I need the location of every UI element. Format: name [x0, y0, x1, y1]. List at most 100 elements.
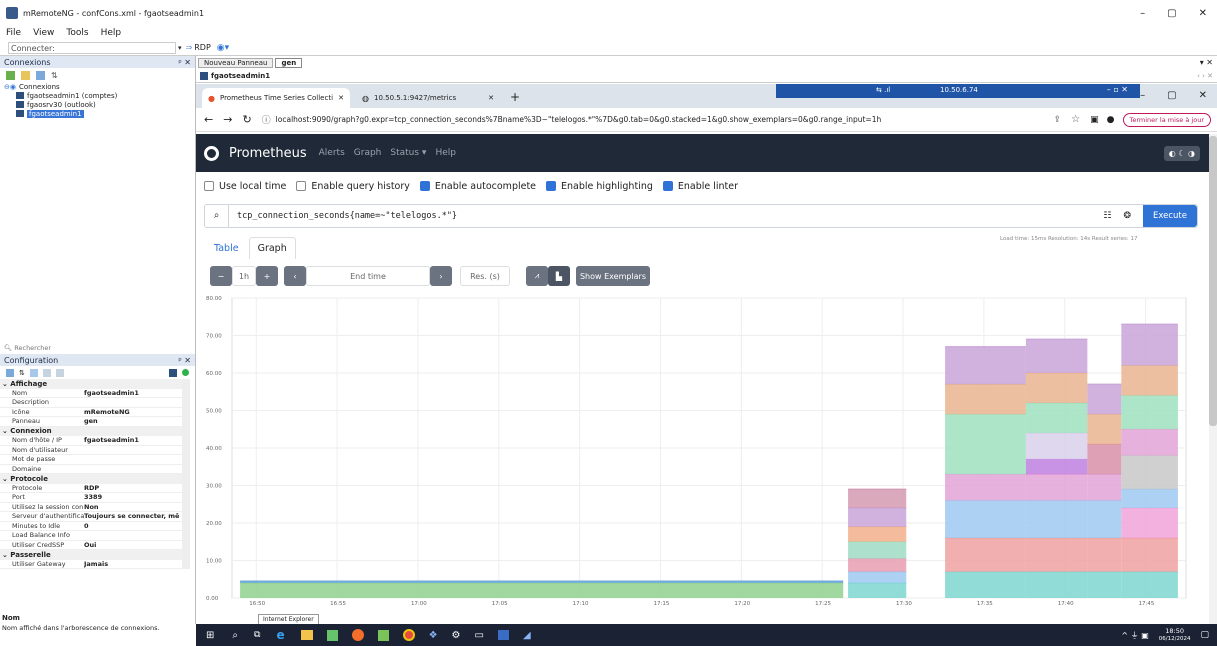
file-explorer-icon[interactable]	[300, 630, 313, 640]
site-info-icon[interactable]: ⓘ	[262, 113, 271, 126]
dropdown-arrow-icon[interactable]: ▾	[178, 44, 182, 52]
clock[interactable]: 18:50 06/12/2024	[1159, 627, 1191, 643]
browser-tab[interactable]: ◍ 10.50.5.1:9427/metrics ✕	[356, 88, 500, 108]
new-connection-icon[interactable]	[6, 70, 15, 80]
property-value[interactable]: RDP	[84, 484, 182, 492]
settings-icon[interactable]: ⚙	[452, 630, 461, 641]
property-value[interactable]: fgaotseadmin1	[84, 389, 182, 397]
stacked-icon[interactable]: ▙	[548, 266, 570, 286]
resolution-input[interactable]: Res. (s)	[460, 266, 510, 286]
tab-table[interactable]: Table	[204, 238, 249, 259]
property-row[interactable]: Description	[0, 398, 182, 408]
session-tab[interactable]: fgaotseadmin1	[211, 72, 270, 80]
windows-start-icon[interactable]: ⊞	[206, 630, 214, 641]
menu-file[interactable]: File	[6, 28, 21, 38]
property-value[interactable]: gen	[84, 417, 182, 425]
nav-help[interactable]: Help	[435, 148, 456, 158]
nav-graph[interactable]: Graph	[354, 148, 382, 158]
view-icon[interactable]	[36, 70, 45, 80]
theme-toggle[interactable]: ◐ ☾ ◑	[1163, 145, 1200, 161]
globe-icon[interactable]: ◉▾	[217, 43, 229, 53]
tree-item-connection[interactable]: fgaosrv30 (outlook)	[4, 100, 195, 109]
minimize-button[interactable]: –	[1140, 8, 1145, 19]
inheritance-icon[interactable]	[42, 368, 51, 377]
prometheus-brand[interactable]: Prometheus	[229, 146, 307, 161]
tab-nouveau-panneau[interactable]: Nouveau Panneau	[198, 58, 274, 68]
browser-tab-active[interactable]: ● Prometheus Time Series Collecti ✕	[202, 88, 350, 108]
search-box[interactable]: 🔍︎ Rechercher	[4, 343, 51, 353]
search-icon[interactable]: ⌕	[232, 630, 238, 641]
property-row[interactable]: Domaine	[0, 465, 182, 474]
rdp-protocol-icon[interactable]: ⇒	[186, 43, 193, 52]
tree-item-connection-selected[interactable]: fgaotseadmin1	[4, 109, 195, 118]
property-row[interactable]: Nom d'hôte / IP fgaotseadmin1	[0, 436, 182, 446]
app-icon[interactable]: ▭	[475, 630, 484, 641]
property-value[interactable]: Jamais	[84, 560, 182, 568]
unstacked-icon[interactable]: ⩘	[526, 266, 548, 286]
firefox-icon[interactable]	[351, 629, 364, 641]
notifications-icon[interactable]: ▢	[1200, 630, 1209, 640]
autocomplete-checkbox[interactable]	[419, 181, 430, 191]
property-row[interactable]: Mot de passe	[0, 455, 182, 465]
end-time-forward-button[interactable]: ›	[430, 266, 452, 286]
property-value[interactable]: 0	[84, 522, 182, 530]
property-scrollbar[interactable]	[182, 379, 190, 569]
tab-graph[interactable]: Graph	[248, 237, 296, 259]
tab-gen[interactable]: gen	[275, 58, 303, 68]
property-row[interactable]: Utilisez la session con Non	[0, 503, 182, 512]
property-row[interactable]: Utiliser Gateway Jamais	[0, 560, 182, 569]
property-row[interactable]: Icône mRemoteNG	[0, 408, 182, 417]
property-category[interactable]: ⌄ Passerelle	[0, 550, 182, 560]
app-icon[interactable]: ◢	[523, 630, 531, 641]
menu-help[interactable]: Help	[101, 28, 122, 38]
property-category[interactable]: ⌄ Protocole	[0, 474, 182, 484]
panel-pin-close[interactable]: ᵖ ✕	[178, 356, 191, 365]
property-value[interactable]: Non	[84, 503, 182, 511]
new-tab-button[interactable]: +	[510, 90, 520, 104]
property-value[interactable]: mRemoteNG	[84, 408, 182, 416]
tree-item-root[interactable]: ⊖◉ Connexions	[4, 82, 195, 91]
range-input[interactable]: 1h	[232, 266, 256, 286]
bookmark-star-icon[interactable]: ☆	[1071, 114, 1080, 125]
close-button[interactable]: ✕	[1199, 8, 1207, 19]
metrics-explorer-icon[interactable]: ☷	[1103, 211, 1111, 221]
range-decrease-button[interactable]: −	[210, 266, 232, 286]
property-row[interactable]: Port 3389	[0, 493, 182, 503]
property-row[interactable]: Minutes to Idle 0	[0, 522, 182, 531]
end-time-back-button[interactable]: ‹	[284, 266, 306, 286]
default-icon[interactable]	[55, 368, 64, 377]
property-row[interactable]: Utiliser CredSSP Oui	[0, 541, 182, 550]
profile-icon[interactable]: ●	[1107, 115, 1115, 125]
paint-icon[interactable]	[326, 629, 338, 641]
linter-checkbox[interactable]	[662, 181, 673, 191]
back-icon[interactable]: ←	[204, 113, 213, 126]
nav-status[interactable]: Status ▾	[390, 148, 426, 158]
maximize-button[interactable]: ▢	[1167, 8, 1176, 19]
edge-icon[interactable]: e	[276, 628, 284, 642]
query-input[interactable]: tcp_connection_seconds{name=~"telelogos.…	[237, 211, 1103, 221]
update-button[interactable]: Terminer la mise à jour	[1122, 112, 1211, 127]
reload-icon[interactable]: ↻	[242, 113, 251, 126]
menu-view[interactable]: View	[33, 28, 54, 38]
forward-icon[interactable]: →	[223, 113, 232, 126]
execute-button[interactable]: Execute	[1143, 205, 1197, 227]
new-folder-icon[interactable]	[21, 70, 30, 80]
tree-item-connection[interactable]: fgaotseadmin1 (comptes)	[4, 91, 195, 100]
categorized-icon[interactable]	[6, 368, 14, 377]
highlighting-checkbox[interactable]	[546, 181, 557, 191]
system-tray-icons[interactable]: ^ ⏚ ▣	[1121, 630, 1148, 641]
tab-close-icon[interactable]: ✕	[488, 94, 494, 102]
rdp-connection-bar[interactable]: ⇆ .ıl 10.50.6.74 – ▫ ✕	[776, 84, 1140, 98]
format-icon[interactable]: ❂	[1123, 211, 1131, 221]
share-icon[interactable]: ⇪	[1054, 115, 1062, 125]
sidepanel-icon[interactable]: ▣	[1090, 115, 1099, 125]
notepad-icon[interactable]	[377, 629, 389, 641]
use-local-time-checkbox[interactable]	[204, 181, 214, 191]
chrome-icon[interactable]	[402, 629, 415, 641]
url-field[interactable]: localhost:9090/graph?g0.expr=tcp_connect…	[276, 115, 916, 124]
alphabetical-icon[interactable]: ⇅	[19, 369, 25, 377]
browser-maximize-button[interactable]: ▢	[1167, 90, 1176, 101]
query-history-checkbox[interactable]	[296, 181, 307, 191]
page-scrollbar[interactable]	[1209, 134, 1217, 624]
property-value[interactable]: Toujours se connecter, mê	[84, 512, 182, 520]
